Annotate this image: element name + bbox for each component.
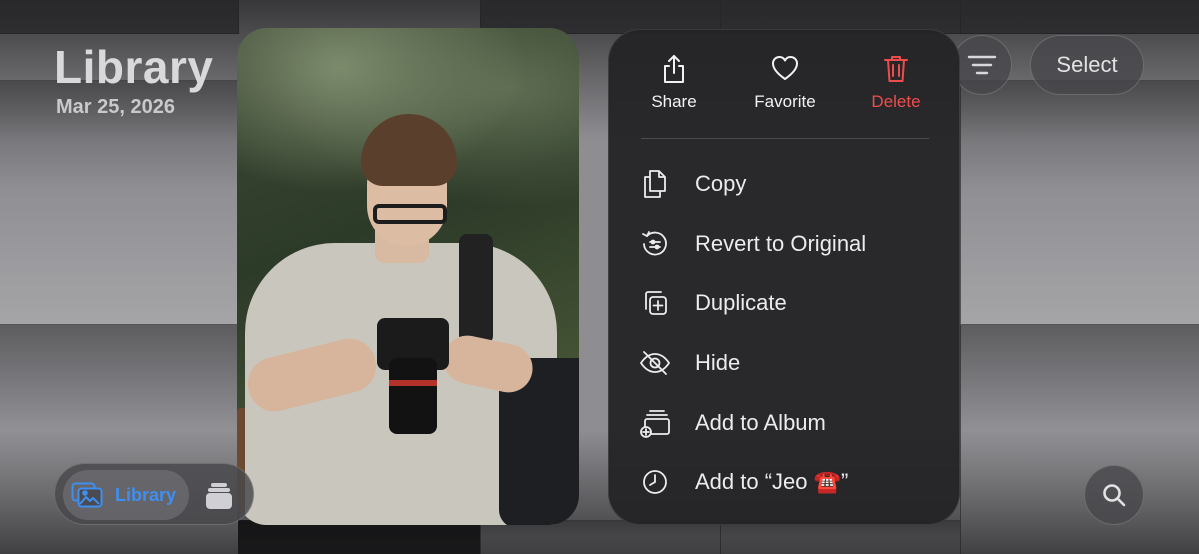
revert-icon [639,228,671,260]
menu-item-label: Duplicate [695,290,787,315]
favorite-label: Favorite [754,92,816,111]
menu-item-label: Add to “Jeo ☎️” [695,469,849,494]
menu-item-hide[interactable]: Hide [639,340,939,386]
menu-item-copy[interactable]: Copy [639,161,939,207]
menu-item-label: Copy [695,171,747,196]
add-album-icon [639,407,671,439]
search-icon [1101,482,1127,508]
search-button[interactable] [1084,465,1144,525]
clock-icon [639,466,671,498]
photos-icon [71,482,103,508]
tab-library-label: Library [115,484,177,505]
photo-camera-lens [389,358,437,434]
page-title: Library [54,41,214,93]
tab-library[interactable]: Library [63,470,189,520]
photo-bag-strap [459,234,493,344]
select-button[interactable]: Select [1030,35,1144,95]
menu-item-label: Add to Album [695,410,826,435]
context-menu: Share Favorite Delete Copy Revert to Ori… [608,29,960,525]
copy-icon [639,168,671,200]
share-label: Share [651,92,697,111]
duplicate-icon [639,287,671,319]
trash-icon [883,54,909,84]
menu-item-add-to-jeo[interactable]: Add to “Jeo ☎️” [639,459,939,505]
menu-item-revert[interactable]: Revert to Original [639,221,939,267]
share-icon [661,54,687,84]
menu-item-label: Revert to Original [695,231,867,256]
delete-button[interactable]: Delete [846,54,946,112]
share-button[interactable]: Share [624,54,724,112]
collections-tab-icon[interactable] [205,482,233,510]
menu-item-add-to-album[interactable]: Add to Album [639,400,939,446]
heart-icon [771,54,799,84]
photo-glasses [373,204,447,224]
date-label: Mar 25, 2026 [56,96,175,118]
eye-slash-icon [639,347,671,379]
photo-lens-ring [389,380,437,386]
bottom-tab-bar: Library [54,463,254,525]
delete-label: Delete [871,92,921,111]
filter-button[interactable] [952,35,1012,95]
favorite-button[interactable]: Favorite [735,54,835,112]
menu-divider [641,138,929,139]
filter-icon [967,54,997,76]
menu-item-label: Hide [695,350,741,375]
menu-item-duplicate[interactable]: Duplicate [639,280,939,326]
photo-preview[interactable] [237,28,579,525]
